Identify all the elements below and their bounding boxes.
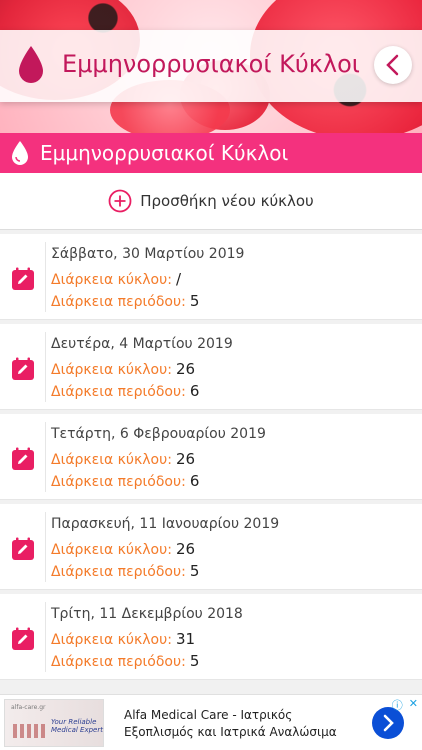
ad-info-icon[interactable]: ⓘ bbox=[392, 697, 403, 713]
cycle-length-label: Διάρκεια κύκλου: bbox=[51, 362, 172, 378]
cycle-length-label: Διάρκεια κύκλου: bbox=[51, 452, 172, 468]
add-cycle-label: Προσθήκη νέου κύκλου bbox=[140, 192, 314, 210]
header-floral-background: Εμμηνορρυσιακοί Κύκλοι bbox=[0, 0, 422, 133]
blood-drop-icon bbox=[19, 46, 43, 83]
calendar-edit-icon bbox=[12, 267, 34, 290]
ad-line-1: Alfa Medical Care - Ιατρικός bbox=[124, 708, 293, 722]
ad-choices: ⓘ ✕ bbox=[392, 697, 418, 713]
cycle-date: Δευτέρα, 4 Μαρτίου 2019 bbox=[51, 336, 233, 352]
ad-line-2: Εξοπλισμός και Ιατρικά Αναλώσιμα bbox=[124, 725, 337, 739]
list-item[interactable]: Τρίτη, 11 Δεκεμβρίου 2018 Διάρκεια κύκλο… bbox=[0, 594, 422, 680]
back-button[interactable] bbox=[374, 46, 412, 84]
add-circle-icon bbox=[108, 189, 132, 213]
ad-banner[interactable]: alfa-care.gr Your Reliable Medical Exper… bbox=[0, 694, 422, 750]
list-item[interactable]: Δευτέρα, 4 Μαρτίου 2019 Διάρκεια κύκλου:… bbox=[0, 324, 422, 410]
period-length-value: 5 bbox=[189, 652, 200, 670]
chevron-left-icon bbox=[386, 54, 399, 76]
section-header: Εμμηνορρυσιακοί Κύκλοι bbox=[0, 133, 422, 173]
cycle-date: Σάββατο, 30 Μαρτίου 2019 bbox=[51, 246, 245, 262]
period-length-value: 6 bbox=[189, 382, 200, 400]
period-length-label: Διάρκεια περιόδου: bbox=[51, 564, 186, 580]
page-title: Εμμηνορρυσιακοί Κύκλοι bbox=[62, 50, 360, 78]
ad-image[interactable]: alfa-care.gr Your Reliable Medical Exper… bbox=[4, 699, 104, 747]
cycle-length-value: 26 bbox=[175, 450, 196, 468]
cycle-list: Σάββατο, 30 Μαρτίου 2019 Διάρκεια κύκλου… bbox=[0, 234, 422, 684]
cycle-length-label: Διάρκεια κύκλου: bbox=[51, 272, 172, 288]
cycle-date: Παρασκευή, 11 Ιανουαρίου 2019 bbox=[51, 516, 280, 532]
period-length-value: 5 bbox=[189, 292, 200, 310]
period-length-label: Διάρκεια περιόδου: bbox=[51, 474, 186, 490]
ad-close-icon[interactable]: ✕ bbox=[409, 697, 418, 713]
period-length-label: Διάρκεια περιόδου: bbox=[51, 294, 186, 310]
calendar-edit-icon bbox=[12, 627, 34, 650]
period-length-value: 6 bbox=[189, 472, 200, 490]
chevron-right-icon bbox=[383, 714, 394, 732]
period-length-label: Διάρκεια περιόδου: bbox=[51, 654, 186, 670]
period-length-value: 5 bbox=[189, 562, 200, 580]
cycle-length-value: / bbox=[175, 270, 181, 288]
cycle-length-label: Διάρκεια κύκλου: bbox=[51, 632, 172, 648]
ad-image-brand: alfa-care.gr bbox=[11, 704, 46, 711]
ad-image-headline: Your Reliable Medical Expert bbox=[51, 718, 103, 734]
cycle-length-value: 26 bbox=[175, 360, 196, 378]
list-item[interactable]: Σάββατο, 30 Μαρτίου 2019 Διάρκεια κύκλου… bbox=[0, 234, 422, 320]
cycle-length-label: Διάρκεια κύκλου: bbox=[51, 542, 172, 558]
calendar-edit-icon bbox=[12, 447, 34, 470]
ad-image-decoration bbox=[13, 724, 47, 738]
period-length-label: Διάρκεια περιόδου: bbox=[51, 384, 186, 400]
add-cycle-button[interactable]: Προσθήκη νέου κύκλου bbox=[0, 173, 422, 230]
cycle-length-value: 26 bbox=[175, 540, 196, 558]
list-item[interactable]: Τετάρτη, 6 Φεβρουαρίου 2019 Διάρκεια κύκ… bbox=[0, 414, 422, 500]
cycle-length-value: 31 bbox=[175, 630, 196, 648]
drop-icon bbox=[12, 141, 28, 165]
cycle-date: Τετάρτη, 6 Φεβρουαρίου 2019 bbox=[51, 426, 266, 442]
ad-text[interactable]: Alfa Medical Care - Ιατρικός Εξοπλισμός … bbox=[124, 707, 337, 741]
app-title-bar: Εμμηνορρυσιακοί Κύκλοι bbox=[0, 30, 422, 102]
section-title: Εμμηνορρυσιακοί Κύκλοι bbox=[40, 141, 289, 165]
calendar-edit-icon bbox=[12, 537, 34, 560]
cycle-date: Τρίτη, 11 Δεκεμβρίου 2018 bbox=[51, 606, 243, 622]
calendar-edit-icon bbox=[12, 357, 34, 380]
list-item[interactable]: Παρασκευή, 11 Ιανουαρίου 2019 Διάρκεια κ… bbox=[0, 504, 422, 590]
